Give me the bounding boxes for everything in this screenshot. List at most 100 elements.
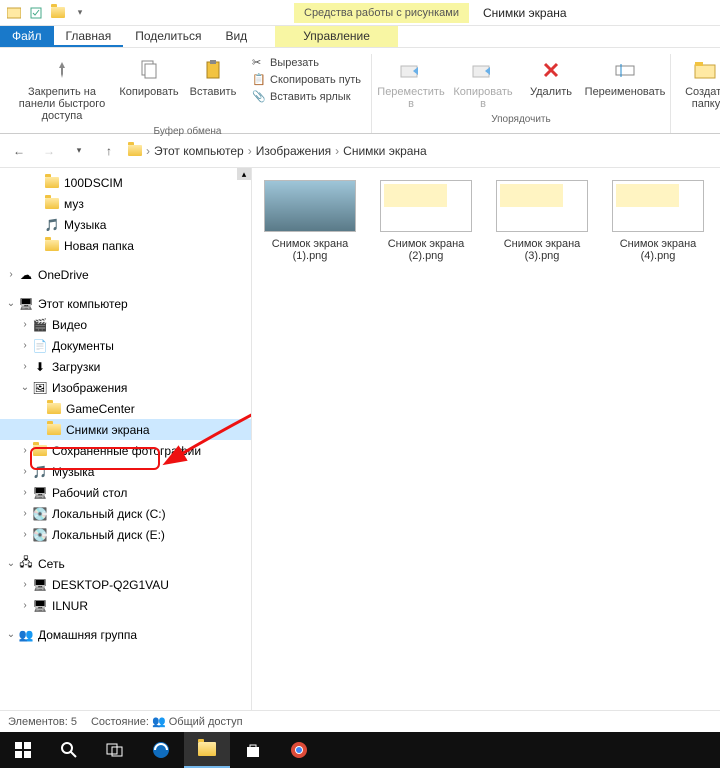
store-button[interactable] bbox=[230, 732, 276, 768]
new-folder-label: Создать папку bbox=[677, 86, 720, 110]
tree-disk-c[interactable]: 💽Локальный диск (C:) bbox=[0, 503, 251, 524]
tree-downloads[interactable]: ⬇Загрузки bbox=[0, 356, 251, 377]
tree-videos[interactable]: 🎬Видео bbox=[0, 314, 251, 335]
file-thumbnail bbox=[380, 180, 472, 232]
copy-button[interactable]: Копировать bbox=[118, 54, 180, 124]
pin-icon bbox=[48, 56, 76, 84]
cut-icon: ✂ bbox=[252, 56, 266, 70]
tab-home[interactable]: Главная bbox=[54, 26, 124, 47]
tab-manage[interactable]: Управление bbox=[275, 26, 398, 47]
pictures-icon: 🖼 bbox=[32, 380, 48, 396]
tree-item[interactable]: Новая папка bbox=[0, 235, 251, 256]
tree-network[interactable]: 🖧Сеть bbox=[0, 553, 251, 574]
tree-item[interactable]: муз bbox=[0, 193, 251, 214]
crumb-pictures[interactable]: Изображения bbox=[256, 144, 331, 158]
tree-pictures[interactable]: 🖼Изображения bbox=[0, 377, 251, 398]
title-bar: ▾ Средства работы с рисунками Снимки экр… bbox=[0, 0, 720, 26]
rename-label: Переименовать bbox=[585, 86, 666, 98]
copy-to-label: Копировать в bbox=[450, 86, 516, 110]
tree-homegroup[interactable]: 👥Домашняя группа bbox=[0, 624, 251, 645]
tree-desktop[interactable]: 🖥Рабочий стол bbox=[0, 482, 251, 503]
address-bar: ← → ▾ ↑ › Этот компьютер › Изображения ›… bbox=[0, 134, 720, 168]
app-menu-icon[interactable] bbox=[6, 5, 22, 21]
tab-share[interactable]: Поделиться bbox=[123, 26, 213, 47]
tree-item[interactable]: 100DSCIM bbox=[0, 172, 251, 193]
move-to-button[interactable]: Переместить в bbox=[376, 54, 446, 112]
nav-up-button[interactable]: ↑ bbox=[98, 140, 120, 162]
file-item[interactable]: Снимок экрана (1).png bbox=[264, 180, 356, 262]
qat-properties-icon[interactable] bbox=[28, 5, 44, 21]
crumb-screenshots[interactable]: Снимки экрана bbox=[343, 144, 427, 158]
qat-new-folder-icon[interactable] bbox=[50, 5, 66, 21]
video-icon: 🎬 bbox=[32, 317, 48, 333]
scrollbar-up[interactable]: ▴ bbox=[237, 168, 251, 180]
documents-icon: 📄 bbox=[32, 338, 48, 354]
task-view-button[interactable] bbox=[92, 732, 138, 768]
tab-view[interactable]: Вид bbox=[213, 26, 259, 47]
delete-label: Удалить bbox=[530, 86, 572, 98]
rename-button[interactable]: Переименовать bbox=[584, 54, 666, 112]
edge-button[interactable] bbox=[138, 732, 184, 768]
file-item[interactable]: Снимок экрана (4).png bbox=[612, 180, 704, 262]
move-to-label: Переместить в bbox=[377, 86, 444, 110]
tree-disk-e[interactable]: 💽Локальный диск (E:) bbox=[0, 524, 251, 545]
paste-button[interactable]: Вставить bbox=[182, 54, 244, 124]
file-name: Снимок экрана (4).png bbox=[612, 238, 704, 262]
file-item[interactable]: Снимок экрана (2).png bbox=[380, 180, 472, 262]
ribbon-tabs: Файл Главная Поделиться Вид Управление bbox=[0, 26, 720, 48]
new-folder-button[interactable]: Создать папку bbox=[675, 54, 720, 112]
desktop-icon: 🖥 bbox=[32, 485, 48, 501]
tree-this-pc[interactable]: 🖥Этот компьютер bbox=[0, 293, 251, 314]
file-list[interactable]: Снимок экрана (1).png Снимок экрана (2).… bbox=[252, 168, 720, 710]
navigation-tree: 100DSCIM муз 🎵Музыка Новая папка ☁OneDri… bbox=[0, 168, 252, 710]
file-thumbnail bbox=[496, 180, 588, 232]
cut-button[interactable]: ✂Вырезать bbox=[252, 56, 361, 70]
copy-to-button[interactable]: Копировать в bbox=[448, 54, 518, 112]
disk-icon: 💽 bbox=[32, 506, 48, 522]
organize-group-label: Упорядочить bbox=[491, 112, 551, 128]
file-name: Снимок экрана (3).png bbox=[496, 238, 588, 262]
downloads-icon: ⬇ bbox=[32, 359, 48, 375]
qat-dropdown-icon[interactable]: ▾ bbox=[72, 5, 88, 21]
copy-path-button[interactable]: 📋Скопировать путь bbox=[252, 73, 361, 87]
file-item[interactable]: Снимок экрана (3).png bbox=[496, 180, 588, 262]
music-icon: 🎵 bbox=[32, 464, 48, 480]
explorer-button[interactable] bbox=[184, 732, 230, 768]
copy-icon bbox=[135, 56, 163, 84]
quick-access-toolbar: ▾ bbox=[0, 5, 94, 21]
tab-file[interactable]: Файл bbox=[0, 26, 54, 47]
tree-saved-photos[interactable]: Сохраненные фотографии bbox=[0, 440, 251, 461]
paste-icon bbox=[199, 56, 227, 84]
tree-screenshots[interactable]: Снимки экрана bbox=[0, 419, 251, 440]
delete-icon bbox=[537, 56, 565, 84]
pc-icon: 🖥 bbox=[32, 577, 48, 593]
nav-history-dropdown[interactable]: ▾ bbox=[68, 140, 90, 162]
taskbar bbox=[0, 732, 720, 768]
paste-shortcut-button[interactable]: 📎Вставить ярлык bbox=[252, 90, 361, 104]
copy-to-icon bbox=[469, 56, 497, 84]
chrome-button[interactable] bbox=[276, 732, 322, 768]
pin-label: Закрепить на панели быстрого доступа bbox=[10, 86, 114, 122]
copy-label: Копировать bbox=[119, 86, 178, 98]
delete-button[interactable]: Удалить bbox=[520, 54, 582, 112]
window-title: Снимки экрана bbox=[469, 2, 581, 24]
tree-network-pc[interactable]: 🖥ILNUR bbox=[0, 595, 251, 616]
network-icon: 🖧 bbox=[18, 556, 34, 572]
nav-forward-button[interactable]: → bbox=[38, 140, 60, 162]
tree-documents[interactable]: 📄Документы bbox=[0, 335, 251, 356]
tree-music[interactable]: 🎵Музыка bbox=[0, 461, 251, 482]
ribbon: Закрепить на панели быстрого доступа Коп… bbox=[0, 48, 720, 134]
tree-item[interactable]: 🎵Музыка bbox=[0, 214, 251, 235]
nav-back-button[interactable]: ← bbox=[8, 140, 30, 162]
tree-onedrive[interactable]: ☁OneDrive bbox=[0, 264, 251, 285]
new-folder-icon bbox=[692, 56, 720, 84]
search-button[interactable] bbox=[46, 732, 92, 768]
pin-button[interactable]: Закрепить на панели быстрого доступа bbox=[8, 54, 116, 124]
clipboard-group-label: Буфер обмена bbox=[154, 124, 222, 140]
tree-network-pc[interactable]: 🖥DESKTOP-Q2G1VAU bbox=[0, 574, 251, 595]
tree-gamecenter[interactable]: GameCenter bbox=[0, 398, 251, 419]
homegroup-icon: 👥 bbox=[18, 627, 34, 643]
breadcrumb[interactable]: › Этот компьютер › Изображения › Снимки … bbox=[128, 144, 712, 158]
crumb-this-pc[interactable]: Этот компьютер bbox=[154, 144, 244, 158]
start-button[interactable] bbox=[0, 732, 46, 768]
